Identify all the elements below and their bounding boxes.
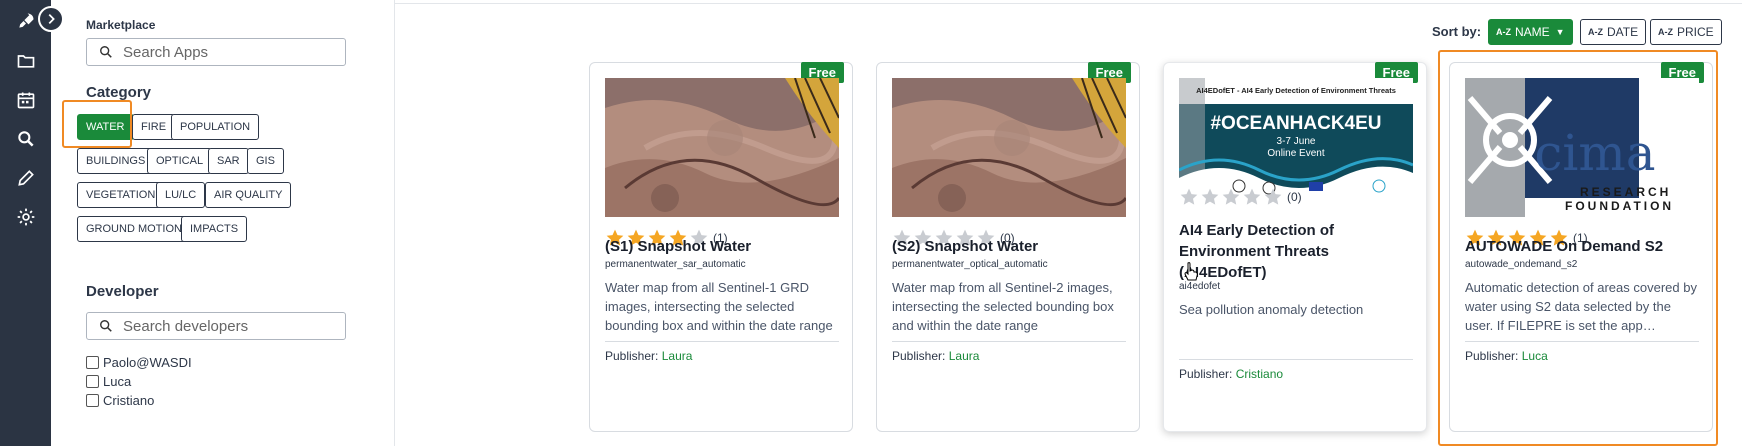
- app-id: permanentwater_sar_automatic: [605, 259, 746, 270]
- folder-icon[interactable]: [0, 42, 51, 80]
- app-card[interactable]: Free (1) (S1) Snapshot Water permanentwa…: [589, 62, 853, 432]
- satellite-terrain-image: [892, 78, 1126, 217]
- category-chip-optical[interactable]: OPTICAL: [147, 148, 213, 174]
- divider: [395, 3, 1742, 4]
- sort-az-icon: A-Z: [1658, 27, 1673, 37]
- publisher: Publisher: Laura: [892, 349, 979, 363]
- developer-title: Developer: [86, 283, 159, 300]
- sort-az-icon: A-Z: [1496, 27, 1511, 37]
- hand-cursor-icon: [1184, 262, 1198, 281]
- developer-option[interactable]: Paolo@WASDI: [86, 355, 192, 370]
- app-description: Sea pollution anomaly detection: [1179, 302, 1364, 317]
- app-id: permanentwater_optical_automatic: [892, 259, 1048, 270]
- sort-name-label: NAME: [1515, 25, 1550, 39]
- developer-label: Luca: [103, 374, 132, 389]
- search-apps-field[interactable]: [86, 38, 346, 66]
- divider: [1179, 359, 1413, 360]
- chevron-right-icon[interactable]: [38, 6, 64, 32]
- chevron-down-icon: ▼: [1555, 27, 1565, 37]
- app-id: ai4edofet: [1179, 281, 1221, 292]
- search-developers-field[interactable]: [86, 312, 346, 340]
- category-chip-gis[interactable]: GIS: [247, 148, 284, 174]
- calendar-icon[interactable]: [0, 81, 51, 119]
- rating-count: (0): [1287, 190, 1302, 204]
- banner-header: AI4EDofET - AI4 Early Detection of Envir…: [1196, 86, 1396, 95]
- sort-label: Sort by:: [1432, 24, 1482, 39]
- oceanhack-banner-image: AI4EDofET - AI4 Early Detection of Envir…: [1179, 78, 1413, 200]
- checkbox[interactable]: [86, 356, 99, 369]
- category-chip-impacts[interactable]: IMPACTS: [181, 216, 248, 242]
- publisher-label: Publisher:: [892, 349, 946, 363]
- marketplace-label: Marketplace: [86, 18, 156, 32]
- app-title: (S1) Snapshot Water: [605, 238, 752, 255]
- publisher: Publisher: Cristiano: [1179, 367, 1283, 381]
- gear-icon[interactable]: [0, 198, 51, 236]
- star-icon[interactable]: [1179, 187, 1199, 207]
- app-title: (S2) Snapshot Water: [892, 238, 1039, 255]
- star-icon[interactable]: [1221, 187, 1241, 207]
- sidebar-rail: [0, 0, 51, 446]
- star-icon[interactable]: [1242, 187, 1262, 207]
- pencil-icon[interactable]: [0, 159, 51, 197]
- publisher-link[interactable]: Laura: [949, 349, 980, 363]
- app-card[interactable]: Free AI4EDofET - AI4 Early Detection of …: [1163, 62, 1427, 432]
- divider: [605, 341, 839, 342]
- banner-title: #OCEANHACK4EU: [1210, 113, 1381, 134]
- water-chip-highlight: [62, 100, 132, 148]
- category-chip-sar[interactable]: SAR: [208, 148, 249, 174]
- sort-price-button[interactable]: A-Z PRICE: [1650, 19, 1722, 45]
- developer-option[interactable]: Luca: [86, 374, 131, 389]
- star-icon[interactable]: [1200, 187, 1220, 207]
- banner-event: Online Event: [1267, 148, 1324, 159]
- category-chip-fire[interactable]: FIRE: [132, 114, 176, 140]
- divider: [892, 341, 1126, 342]
- developer-option[interactable]: Cristiano: [86, 393, 154, 408]
- card-highlight: [1438, 50, 1718, 446]
- filter-panel: Marketplace Category WATER FIRE POPULATI…: [51, 0, 395, 446]
- category-chip-vegetation[interactable]: VEGETATION: [77, 182, 165, 208]
- publisher: Publisher: Laura: [605, 349, 692, 363]
- sort-date-button[interactable]: A-Z DATE: [1580, 19, 1647, 45]
- search-icon: [100, 320, 112, 332]
- category-chip-buildings[interactable]: BUILDINGS: [77, 148, 155, 174]
- publisher-label: Publisher:: [1179, 367, 1233, 381]
- search-apps-input[interactable]: [123, 43, 343, 61]
- category-title: Category: [86, 84, 152, 101]
- sort-price-label: PRICE: [1677, 25, 1714, 39]
- publisher-link[interactable]: Cristiano: [1236, 367, 1283, 381]
- publisher-label: Publisher:: [605, 349, 659, 363]
- category-chip-air-quality[interactable]: AIR QUALITY: [205, 182, 292, 208]
- checkbox[interactable]: [86, 375, 99, 388]
- search-developers-input[interactable]: [123, 317, 343, 335]
- publisher-link[interactable]: Laura: [662, 349, 693, 363]
- developer-label: Cristiano: [103, 393, 155, 408]
- satellite-terrain-image: [605, 78, 839, 217]
- search-icon[interactable]: [0, 120, 51, 158]
- category-chip-lulc[interactable]: LU/LC: [156, 182, 206, 208]
- app-description: Water map from all Sentinel-1 GRD images…: [605, 280, 833, 333]
- sort-name-button[interactable]: A-Z NAME ▼: [1488, 19, 1573, 45]
- category-chip-population[interactable]: POPULATION: [171, 114, 260, 140]
- checkbox[interactable]: [86, 394, 99, 407]
- app-description: Water map from all Sentinel-2 images, in…: [892, 280, 1114, 333]
- sort-az-icon: A-Z: [1588, 27, 1603, 37]
- search-icon: [100, 46, 112, 58]
- rating-stars: (0): [1179, 187, 1302, 207]
- star-icon[interactable]: [1263, 187, 1283, 207]
- banner-date: 3-7 June: [1277, 136, 1316, 147]
- app-title: AI4 Early Detection of Environment Threa…: [1179, 222, 1335, 281]
- app-card[interactable]: Free (0) (S2) Snapshot Water permanentwa…: [876, 62, 1140, 432]
- sort-date-label: DATE: [1607, 25, 1639, 39]
- category-chip-ground-motion[interactable]: GROUND MOTION: [77, 216, 191, 242]
- developer-label: Paolo@WASDI: [103, 355, 192, 370]
